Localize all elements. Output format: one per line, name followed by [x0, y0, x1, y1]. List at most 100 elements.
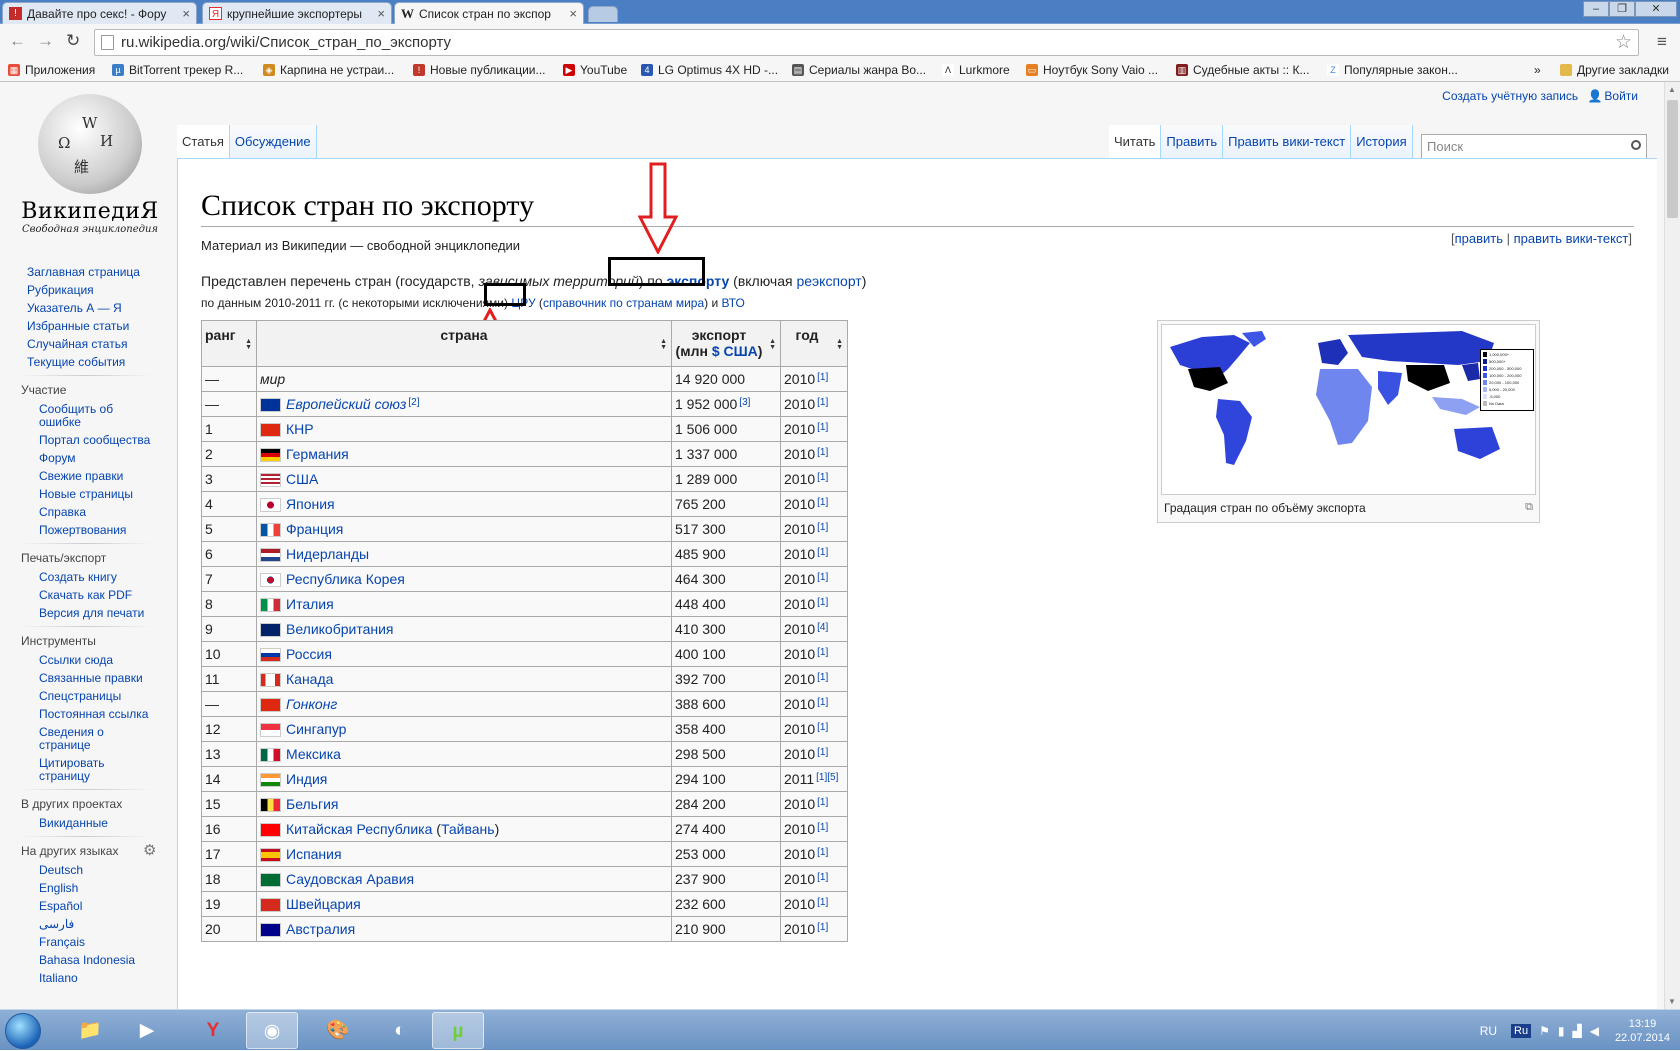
star-icon[interactable]: ☆	[1615, 30, 1632, 55]
country-link[interactable]: Бельгия	[286, 796, 338, 812]
country-link[interactable]: Мексика	[286, 746, 341, 762]
sidebar-item-index[interactable]: Указатель А — Я	[27, 302, 145, 315]
bookmark-apps[interactable]: ▦ Приложения	[8, 63, 95, 77]
close-icon[interactable]: ×	[569, 6, 577, 21]
keyboard-layout-icon[interactable]: Ru	[1511, 1023, 1532, 1038]
sidebar-item-forum[interactable]: Форум	[39, 452, 157, 465]
bookmark-item[interactable]: µ BitTorrent трекер R...	[112, 63, 243, 77]
tab-talk[interactable]: Обсуждение	[229, 125, 317, 158]
footnote-link[interactable]: [1]	[817, 572, 828, 583]
sidebar-item-lang-es[interactable]: Español	[39, 900, 157, 913]
country-link[interactable]: Нидерланды	[286, 546, 369, 562]
world-factbook-link[interactable]: справочник по странам мира	[543, 296, 704, 310]
country-link[interactable]: Тайвань	[441, 821, 495, 837]
close-window-button[interactable]: ✕	[1635, 1, 1677, 17]
sidebar-item-donate[interactable]: Пожертвования	[39, 524, 157, 537]
scroll-down-icon[interactable]: ▼	[1668, 997, 1676, 1006]
tab-history[interactable]: История	[1351, 125, 1413, 158]
volume-icon[interactable]: ◀	[1590, 1024, 1599, 1038]
new-tab-button[interactable]	[588, 6, 618, 22]
paint-icon[interactable]: 🎨	[312, 1012, 364, 1049]
sidebar-item-related-changes[interactable]: Связанные правки	[39, 672, 157, 685]
close-icon[interactable]: ×	[182, 6, 190, 21]
gear-icon[interactable]: ⚙	[143, 841, 156, 859]
maximize-button[interactable]: ❐	[1609, 1, 1635, 17]
country-link[interactable]: Саудовская Аравия	[286, 871, 414, 887]
close-icon[interactable]: ×	[377, 6, 385, 21]
scroll-up-icon[interactable]: ▲	[1668, 85, 1676, 94]
world-export-map[interactable]: 1,000,000+ 500,000+ 200,000 - 500,000 100,0…	[1161, 324, 1536, 495]
footnote-link[interactable]: [1]	[817, 822, 828, 833]
sidebar-item-lang-fa[interactable]: فارسی	[39, 918, 157, 931]
country-link[interactable]: Испания	[286, 846, 342, 862]
create-account-link[interactable]: Создать учётную запись	[1442, 89, 1578, 103]
country-link[interactable]: Канада	[286, 671, 333, 687]
tab-edit-source[interactable]: Править вики-текст	[1223, 125, 1352, 158]
footnote-link[interactable]: [1]	[817, 747, 828, 758]
address-bar[interactable]: ru.wikipedia.org/wiki/Список_стран_по_эк…	[94, 29, 1639, 56]
bookmark-item[interactable]: ▶ YouTube	[563, 63, 627, 77]
login-link[interactable]: Войти	[1604, 89, 1638, 103]
tab-article[interactable]: Статья	[177, 125, 230, 158]
country-link[interactable]: Япония	[286, 496, 335, 512]
sidebar-item-report-error[interactable]: Сообщить об ошибке	[39, 403, 157, 429]
footnote-link[interactable]: [1]	[817, 872, 828, 883]
bookmark-item[interactable]: ◈ Карпина не устраи...	[263, 63, 394, 77]
footnote-link[interactable]: [1]	[817, 722, 828, 733]
forward-arrow-icon[interactable]: →	[37, 32, 54, 50]
footnote-link[interactable]: [1]	[817, 797, 828, 808]
sort-icon[interactable]: ▲ ▼	[769, 338, 776, 351]
footnote-link[interactable]: [1]	[817, 847, 828, 858]
search-icon[interactable]	[1631, 140, 1641, 150]
sidebar-item-lang-id[interactable]: Bahasa Indonesia	[39, 954, 157, 967]
country-link[interactable]: Республика Корея	[286, 571, 405, 587]
sidebar-item-what-links-here[interactable]: Ссылки сюда	[39, 654, 157, 667]
sidebar-item-featured[interactable]: Избранные статьи	[27, 320, 145, 333]
sidebar-item-special-pages[interactable]: Спецстраницы	[39, 690, 157, 703]
search-input[interactable]: Поиск	[1421, 134, 1647, 159]
bookmark-item[interactable]: ▭ Ноутбук Sony Vaio ...	[1026, 63, 1158, 77]
wikipedia-logo[interactable]: W Ω И 維 ВикипедиЯ Свободная энциклопедия	[20, 94, 160, 235]
sidebar-item-create-book[interactable]: Создать книгу	[39, 571, 157, 584]
footnote-link[interactable]: [1]	[817, 647, 828, 658]
bookmark-item[interactable]: Z Популярные закон...	[1327, 63, 1458, 77]
sidebar-item-recent-changes[interactable]: Свежие правки	[39, 470, 157, 483]
footnote-link[interactable]: [2]	[408, 397, 419, 408]
column-header-rank[interactable]: ранг ▲ ▼	[201, 320, 257, 367]
country-link[interactable]: Гонконг	[286, 696, 337, 712]
sidebar-item-printable[interactable]: Версия для печати	[39, 607, 157, 620]
sidebar-item-cite[interactable]: Цитировать страницу	[39, 757, 157, 783]
bookmark-item[interactable]: ▤ Сериалы жанра Во...	[792, 63, 926, 77]
footnote-link[interactable]: [1]	[817, 422, 828, 433]
column-header-export[interactable]: экспорт (млн $ США) ▲ ▼	[671, 320, 781, 367]
sidebar-item-community-portal[interactable]: Портал сообщества	[39, 434, 157, 447]
browser-tab-3[interactable]: W Список стран по экспор ×	[394, 2, 584, 24]
page-scrollbar[interactable]: ▲ ▼	[1664, 82, 1680, 1009]
country-link[interactable]: США	[286, 471, 318, 487]
country-link[interactable]: КНР	[286, 421, 314, 437]
country-link[interactable]: Франция	[286, 521, 343, 537]
country-link[interactable]: Италия	[286, 596, 334, 612]
country-link[interactable]: Россия	[286, 646, 332, 662]
sidebar-item-help[interactable]: Справка	[39, 506, 157, 519]
app-icon[interactable]: ◐	[374, 1012, 426, 1049]
back-arrow-icon[interactable]: ←	[9, 32, 26, 50]
country-link[interactable]: Австралия	[286, 921, 355, 937]
sidebar-item-random[interactable]: Случайная статья	[27, 338, 145, 351]
tab-read[interactable]: Читать	[1109, 125, 1162, 158]
country-link[interactable]: Китайская Республика	[286, 821, 432, 837]
country-link[interactable]: Европейский союз	[286, 396, 406, 412]
sidebar-item-main-page[interactable]: Заглавная страница	[27, 266, 145, 279]
chrome-icon[interactable]: ◉	[246, 1012, 298, 1049]
footnote-link[interactable]: [1]	[817, 372, 828, 383]
sidebar-item-new-pages[interactable]: Новые страницы	[39, 488, 157, 501]
clock[interactable]: 13:19 22.07.2014	[1615, 1017, 1670, 1045]
browser-tab-1[interactable]: ! Давайте про секс! - Фору ×	[2, 2, 197, 24]
yandex-browser-icon[interactable]: Y	[187, 1012, 239, 1049]
footnote-link[interactable]: [3]	[739, 397, 750, 408]
country-link[interactable]: Швейцария	[286, 896, 361, 912]
other-bookmarks-folder[interactable]: Другие закладки	[1560, 63, 1669, 77]
country-link[interactable]: Великобритания	[286, 621, 394, 637]
sidebar-item-lang-it[interactable]: Italiano	[39, 972, 157, 985]
bookmark-item[interactable]: ! Новые публикации...	[413, 63, 546, 77]
